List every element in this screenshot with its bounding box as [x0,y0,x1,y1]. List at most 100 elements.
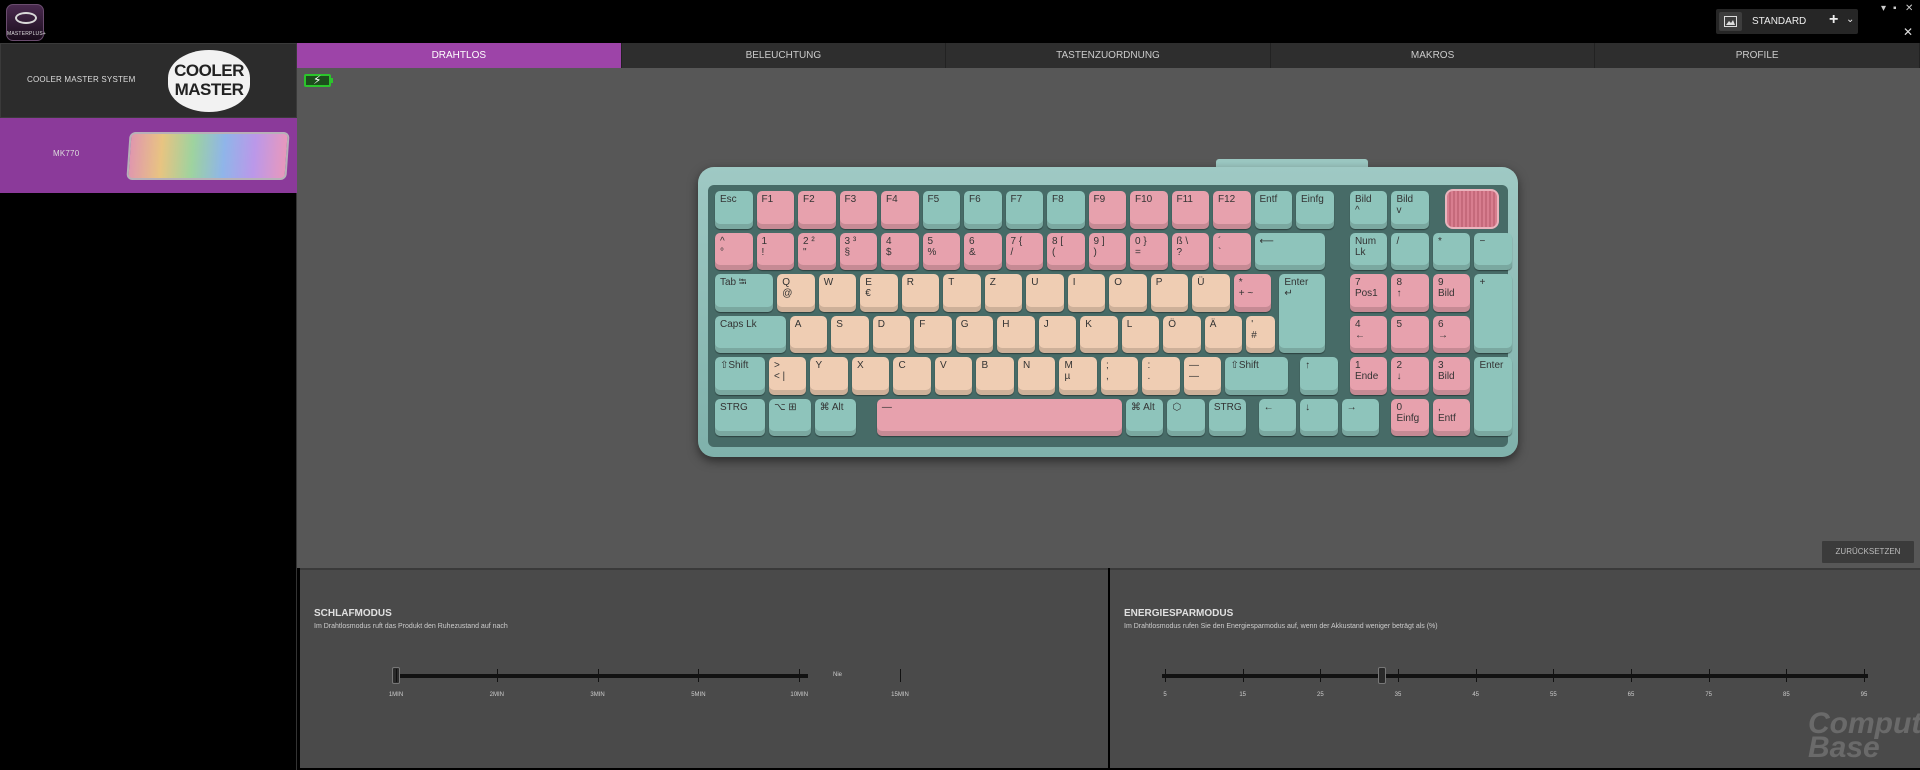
keyboard-key[interactable]: F12 [1213,191,1251,229]
keyboard-key[interactable]: Bild v [1391,191,1429,229]
profile-selector[interactable]: STANDARD + ⌄ [1716,9,1858,34]
keyboard-key[interactable]: 0 } = [1130,232,1168,270]
keyboard-key[interactable]: Enter ↵ [1279,274,1326,353]
sidebar-item-mk770[interactable]: MK770 [0,118,297,193]
keyboard-key[interactable]: H [997,315,1035,353]
keyboard-key[interactable]: 7 { / [1005,232,1043,270]
keyboard-key[interactable]: F11 [1171,191,1209,229]
keyboard-key[interactable]: M µ [1059,357,1097,395]
keyboard-key[interactable]: Ü [1192,274,1230,312]
energy-slider-track[interactable] [1162,674,1868,678]
keyboard-key[interactable]: ´ ` [1213,232,1251,270]
tab-beleuchtung[interactable]: BELEUCHTUNG [622,43,947,68]
keyboard-key[interactable]: Enter [1474,357,1512,436]
keyboard-key[interactable]: F9 [1088,191,1126,229]
keyboard-key[interactable]: > < | [768,357,807,395]
keyboard-key[interactable]: 3 ³ § [839,232,877,270]
keyboard-key[interactable]: F6 [964,191,1002,229]
keyboard-key[interactable]: F3 [839,191,877,229]
close-window-icon[interactable]: ✕ [1905,3,1913,14]
keyboard-key[interactable]: G [955,315,994,353]
keyboard-key[interactable]: 9 ] ) [1088,232,1126,270]
keyboard-key[interactable]: R [901,274,940,312]
keyboard-key[interactable]: F4 [881,191,919,229]
keyboard-key[interactable]: F8 [1047,191,1085,229]
keyboard-key[interactable]: + [1474,274,1512,353]
keyboard-key[interactable]: 1 ! [756,232,794,270]
keyboard-key[interactable]: * + ~ [1233,274,1272,312]
keyboard-key[interactable]: F10 [1130,191,1168,229]
keyboard-key[interactable]: — [876,398,1122,436]
keyboard-key[interactable]: ⇧Shift [715,357,765,395]
keyboard-key[interactable]: D [872,315,911,353]
keyboard-key[interactable]: 7 Pos1 [1349,274,1388,312]
keyboard-key[interactable]: ↓ [1300,398,1338,436]
keyboard-key[interactable]: 2 ↓ [1391,357,1429,395]
keyboard-key[interactable]: O [1109,274,1147,312]
keyboard-key[interactable]: — — [1183,357,1222,395]
keyboard-key[interactable]: Bild ^ [1349,191,1388,229]
keyboard-key[interactable]: I [1067,274,1106,312]
keyboard-key[interactable]: : . [1142,357,1180,395]
keyboard-key[interactable]: → [1341,398,1380,436]
keyboard-key[interactable]: X [851,357,890,395]
keyboard-key[interactable]: 5 [1391,315,1429,353]
keyboard-key[interactable]: P [1150,274,1189,312]
keyboard-key[interactable]: / [1391,232,1429,270]
keyboard-key[interactable]: 9 Bild [1432,274,1471,312]
reset-button[interactable]: ZURÜCKSETZEN [1822,541,1914,563]
keyboard-key[interactable]: V [934,357,973,395]
keyboard-key[interactable]: 8 [ ( [1047,232,1085,270]
keyboard-key[interactable]: Entf [1254,191,1292,229]
keyboard-key[interactable]: 0 Einfg [1391,398,1429,436]
keyboard-key[interactable]: Ä [1204,315,1243,353]
tab-makros[interactable]: MAKROS [1271,43,1596,68]
keyboard-key[interactable]: , Entf [1432,398,1471,436]
keyboard-key[interactable]: B [976,357,1014,395]
keyboard-key[interactable]: K [1080,315,1118,353]
keyboard-key[interactable]: ⌥ ⊞ [768,398,811,436]
keyboard-key[interactable]: 5 % [922,232,960,270]
keyboard-key[interactable]: Z [984,274,1023,312]
keyboard-key[interactable]: ⌘ Alt [1125,398,1164,436]
keyboard-key[interactable]: 6 & [964,232,1002,270]
keyboard-key[interactable]: 1 Ende [1349,357,1388,395]
maximize-icon[interactable]: ▪ [1893,3,1897,14]
keyboard-key[interactable]: Einfg [1296,191,1334,229]
tab-tastenzuordnung[interactable]: TASTENZUORDNUNG [946,43,1271,68]
keyboard-key[interactable]: 6 → [1432,315,1471,353]
keyboard-key[interactable]: Ö [1163,315,1201,353]
energy-slider-thumb[interactable] [1378,667,1386,684]
keyboard-key[interactable]: STRG [715,398,765,436]
keyboard-key[interactable]: Caps Lk [715,315,786,353]
keyboard-key[interactable]: L [1121,315,1160,353]
keyboard-key[interactable]: ← [1258,398,1297,436]
keyboard-key[interactable]: 2 ² " [798,232,836,270]
keyboard-key[interactable]: F2 [798,191,836,229]
keyboard-key[interactable]: STRG [1208,398,1247,436]
keyboard-key[interactable]: 3 Bild [1432,357,1471,395]
keyboard-key[interactable]: A [789,315,828,353]
tab-profile[interactable]: PROFILE [1595,43,1920,68]
keyboard-key[interactable]: Num Lk [1349,232,1388,270]
keyboard-key[interactable]: ; , [1100,357,1139,395]
keyboard-key[interactable]: C [893,357,931,395]
keyboard-key[interactable]: ß \ ? [1171,232,1209,270]
keyboard-key[interactable]: − [1474,232,1512,270]
keyboard-key[interactable]: ^ ° [715,232,753,270]
chevron-down-icon[interactable]: ⌄ [1846,14,1854,25]
keyboard-key[interactable]: Esc [715,191,753,229]
keyboard-key[interactable]: S [831,315,869,353]
keyboard-key[interactable]: * [1432,232,1471,270]
keyboard-key[interactable]: N [1017,357,1056,395]
keyboard-key[interactable]: ' # [1246,315,1276,353]
keyboard-key[interactable]: Y [810,357,848,395]
sidebar-item-cooler-master-system[interactable]: COOLER MASTER SYSTEM COOLER MASTER [0,43,297,118]
keyboard-key[interactable]: E € [860,274,898,312]
keyboard-key[interactable]: ⟵ [1254,232,1326,270]
add-profile-button[interactable]: + [1829,11,1838,29]
keyboard-key[interactable]: 4 $ [881,232,919,270]
keyboard-key[interactable]: Q @ [777,274,815,312]
keyboard-key[interactable]: W [818,274,857,312]
sleep-slider-track[interactable] [394,674,808,678]
